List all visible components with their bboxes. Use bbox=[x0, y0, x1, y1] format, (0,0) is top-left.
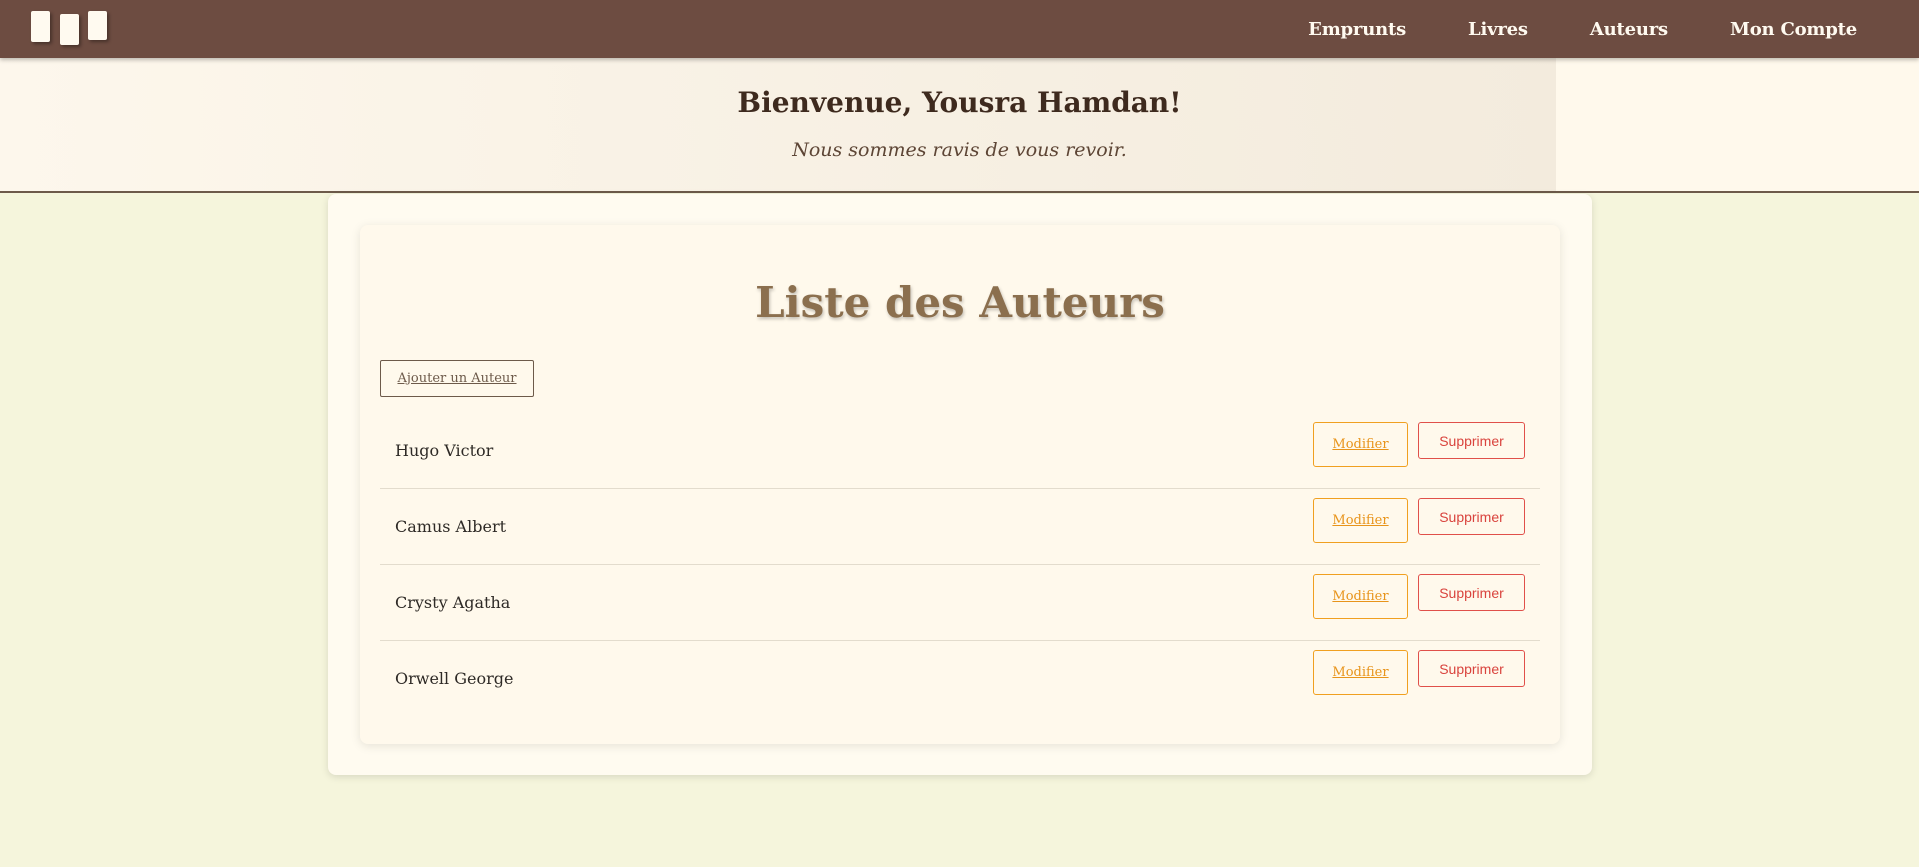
author-name: Orwell George bbox=[395, 669, 514, 688]
author-row: Hugo Victor Modifier Supprimer bbox=[380, 413, 1540, 489]
modify-author-button[interactable]: Modifier bbox=[1313, 574, 1408, 619]
page-title: Liste des Auteurs bbox=[755, 278, 1165, 327]
modify-author-button[interactable]: Modifier bbox=[1313, 650, 1408, 695]
modify-author-button[interactable]: Modifier bbox=[1313, 422, 1408, 467]
author-row: Camus Albert Modifier Supprimer bbox=[380, 489, 1540, 565]
author-row: Orwell George Modifier Supprimer bbox=[380, 641, 1540, 717]
author-row: Crysty Agatha Modifier Supprimer bbox=[380, 565, 1540, 641]
welcome-subtitle: Nous sommes ravis de vous revoir. bbox=[792, 139, 1127, 161]
delete-author-button[interactable]: Supprimer bbox=[1418, 650, 1525, 687]
author-name: Camus Albert bbox=[395, 517, 507, 536]
author-name: Hugo Victor bbox=[395, 441, 494, 460]
navbar: Emprunts Livres Auteurs Mon Compte bbox=[0, 0, 1919, 58]
delete-author-button[interactable]: Supprimer bbox=[1418, 498, 1525, 535]
nav-link-mon-compte[interactable]: Mon Compte bbox=[1730, 19, 1857, 40]
delete-author-button[interactable]: Supprimer bbox=[1418, 574, 1525, 611]
delete-author-button[interactable]: Supprimer bbox=[1418, 422, 1525, 459]
books-logo-icon[interactable] bbox=[31, 11, 111, 45]
nav-links: Emprunts Livres Auteurs Mon Compte bbox=[1308, 0, 1857, 58]
author-name: Crysty Agatha bbox=[395, 593, 511, 612]
banner-side-panel bbox=[1556, 58, 1919, 192]
nav-link-livres[interactable]: Livres bbox=[1468, 19, 1528, 40]
welcome-banner bbox=[0, 58, 1556, 192]
banner-divider bbox=[0, 191, 1919, 193]
nav-link-emprunts[interactable]: Emprunts bbox=[1308, 19, 1406, 40]
nav-link-auteurs[interactable]: Auteurs bbox=[1590, 19, 1668, 40]
welcome-title: Bienvenue, Yousra Hamdan! bbox=[737, 86, 1182, 119]
author-list: Hugo Victor Modifier Supprimer Camus Alb… bbox=[380, 413, 1540, 717]
modify-author-button[interactable]: Modifier bbox=[1313, 498, 1408, 543]
add-author-button[interactable]: Ajouter un Auteur bbox=[380, 360, 534, 397]
